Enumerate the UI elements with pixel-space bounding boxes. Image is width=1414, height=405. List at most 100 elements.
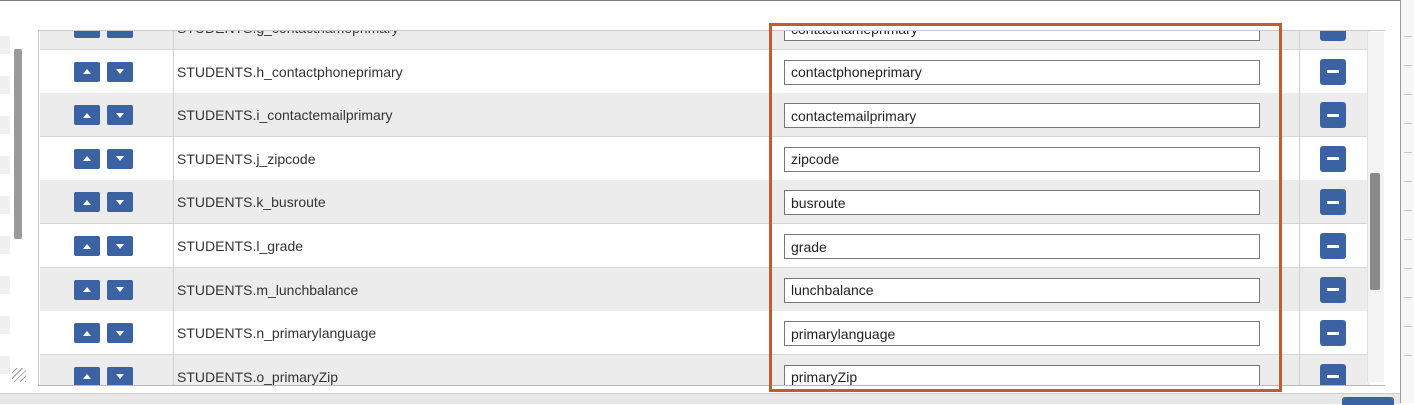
bottom-action-button[interactable] bbox=[1342, 397, 1394, 405]
right-strip-line bbox=[1404, 65, 1412, 66]
move-down-button[interactable] bbox=[107, 366, 133, 385]
right-strip-line bbox=[1404, 36, 1412, 37]
right-side-strip bbox=[1401, 0, 1414, 403]
minus-icon bbox=[1327, 244, 1339, 248]
field-mapping-table: STUDENTS.g_contactnameprimary STUDENTS.h… bbox=[38, 30, 1385, 386]
move-down-button[interactable] bbox=[107, 279, 133, 300]
field-name-label: STUDENTS.h_contactphoneprimary bbox=[177, 63, 403, 80]
left-panel-row bbox=[0, 356, 10, 374]
remove-row-button[interactable] bbox=[1320, 102, 1346, 129]
column-name-input[interactable] bbox=[784, 146, 1260, 172]
column-divider bbox=[1299, 93, 1300, 138]
column-divider bbox=[173, 311, 174, 356]
chevron-down-icon bbox=[116, 243, 124, 249]
column-divider bbox=[173, 354, 174, 385]
column-name-input[interactable] bbox=[784, 190, 1260, 216]
move-up-button[interactable] bbox=[74, 279, 100, 300]
minus-icon bbox=[1327, 200, 1339, 204]
window-top-border bbox=[0, 0, 1400, 1]
remove-row-button[interactable] bbox=[1320, 31, 1346, 41]
column-divider bbox=[1299, 31, 1300, 50]
move-down-button[interactable] bbox=[107, 61, 133, 82]
column-divider bbox=[1299, 354, 1300, 385]
resize-grip[interactable] bbox=[12, 368, 26, 382]
column-divider bbox=[1299, 136, 1300, 181]
chevron-down-icon bbox=[116, 156, 124, 162]
move-up-button[interactable] bbox=[74, 148, 100, 169]
chevron-down-icon bbox=[116, 330, 124, 336]
right-strip-line bbox=[1404, 152, 1412, 153]
left-panel-scrollbar[interactable] bbox=[14, 49, 22, 239]
right-strip-line bbox=[1404, 123, 1412, 124]
right-strip-line bbox=[1404, 210, 1412, 211]
column-divider bbox=[173, 267, 174, 312]
remove-row-button[interactable] bbox=[1320, 233, 1346, 259]
chevron-up-icon bbox=[83, 330, 91, 336]
move-down-button[interactable] bbox=[107, 148, 133, 169]
move-down-button[interactable] bbox=[107, 105, 133, 126]
column-name-input[interactable] bbox=[784, 234, 1260, 259]
chevron-up-icon bbox=[83, 287, 91, 293]
column-divider bbox=[173, 180, 174, 225]
field-name-label: STUDENTS.n_primarylanguage bbox=[177, 325, 377, 342]
remove-row-button[interactable] bbox=[1320, 58, 1346, 85]
chevron-down-icon bbox=[116, 69, 124, 75]
minus-icon bbox=[1327, 375, 1339, 379]
left-panel-row bbox=[0, 316, 10, 334]
left-panel-row bbox=[0, 196, 10, 214]
chevron-down-icon bbox=[116, 30, 124, 31]
table-row: STUDENTS.i_contactemailprimary bbox=[40, 93, 1370, 138]
minus-icon bbox=[1327, 288, 1339, 292]
move-up-button[interactable] bbox=[74, 31, 100, 38]
remove-row-button[interactable] bbox=[1320, 145, 1346, 172]
table-row: STUDENTS.h_contactphoneprimary bbox=[40, 49, 1370, 94]
remove-row-button[interactable] bbox=[1320, 363, 1346, 385]
move-up-button[interactable] bbox=[74, 366, 100, 385]
remove-row-button[interactable] bbox=[1320, 320, 1346, 347]
chevron-up-icon bbox=[83, 112, 91, 118]
table-row: STUDENTS.m_lunchbalance bbox=[40, 267, 1370, 312]
minus-icon bbox=[1327, 331, 1339, 335]
column-divider bbox=[173, 136, 174, 181]
field-name-label: STUDENTS.i_contactemailprimary bbox=[177, 107, 393, 124]
left-panel-row bbox=[0, 276, 10, 294]
left-panel-row bbox=[0, 76, 10, 94]
field-name-label: STUDENTS.l_grade bbox=[177, 238, 304, 254]
move-down-button[interactable] bbox=[107, 192, 133, 213]
column-divider bbox=[1299, 180, 1300, 225]
column-divider bbox=[1299, 267, 1300, 312]
move-up-button[interactable] bbox=[74, 323, 100, 344]
minus-icon bbox=[1327, 113, 1339, 117]
column-name-input[interactable] bbox=[784, 277, 1260, 303]
move-up-button[interactable] bbox=[74, 236, 100, 256]
move-up-button[interactable] bbox=[74, 61, 100, 82]
column-divider bbox=[173, 49, 174, 94]
field-name-label: STUDENTS.o_primaryZip bbox=[177, 368, 339, 385]
column-name-input[interactable] bbox=[784, 31, 1260, 41]
remove-row-button[interactable] bbox=[1320, 189, 1346, 216]
column-name-input[interactable] bbox=[784, 321, 1260, 347]
move-down-button[interactable] bbox=[107, 323, 133, 344]
move-down-button[interactable] bbox=[107, 236, 133, 256]
table-row: STUDENTS.k_busroute bbox=[40, 180, 1370, 225]
right-strip-line bbox=[1404, 297, 1412, 298]
chevron-down-icon bbox=[116, 112, 124, 118]
table-scrollbar-thumb[interactable] bbox=[1370, 173, 1380, 290]
move-up-button[interactable] bbox=[74, 192, 100, 213]
right-strip-line bbox=[1404, 355, 1412, 356]
remove-row-button[interactable] bbox=[1320, 276, 1346, 303]
chevron-up-icon bbox=[83, 199, 91, 205]
chevron-up-icon bbox=[83, 156, 91, 162]
column-name-input[interactable] bbox=[784, 364, 1260, 385]
column-name-input[interactable] bbox=[784, 59, 1260, 85]
right-strip-line bbox=[1404, 239, 1412, 240]
column-divider bbox=[173, 93, 174, 138]
column-name-input[interactable] bbox=[784, 103, 1260, 129]
right-strip-line bbox=[1404, 94, 1412, 95]
field-name-label: STUDENTS.k_busroute bbox=[177, 194, 326, 211]
chevron-down-icon bbox=[116, 374, 124, 380]
chevron-up-icon bbox=[83, 374, 91, 380]
table-row: STUDENTS.l_grade bbox=[40, 224, 1370, 268]
move-down-button[interactable] bbox=[107, 30, 133, 38]
move-up-button[interactable] bbox=[74, 105, 100, 126]
